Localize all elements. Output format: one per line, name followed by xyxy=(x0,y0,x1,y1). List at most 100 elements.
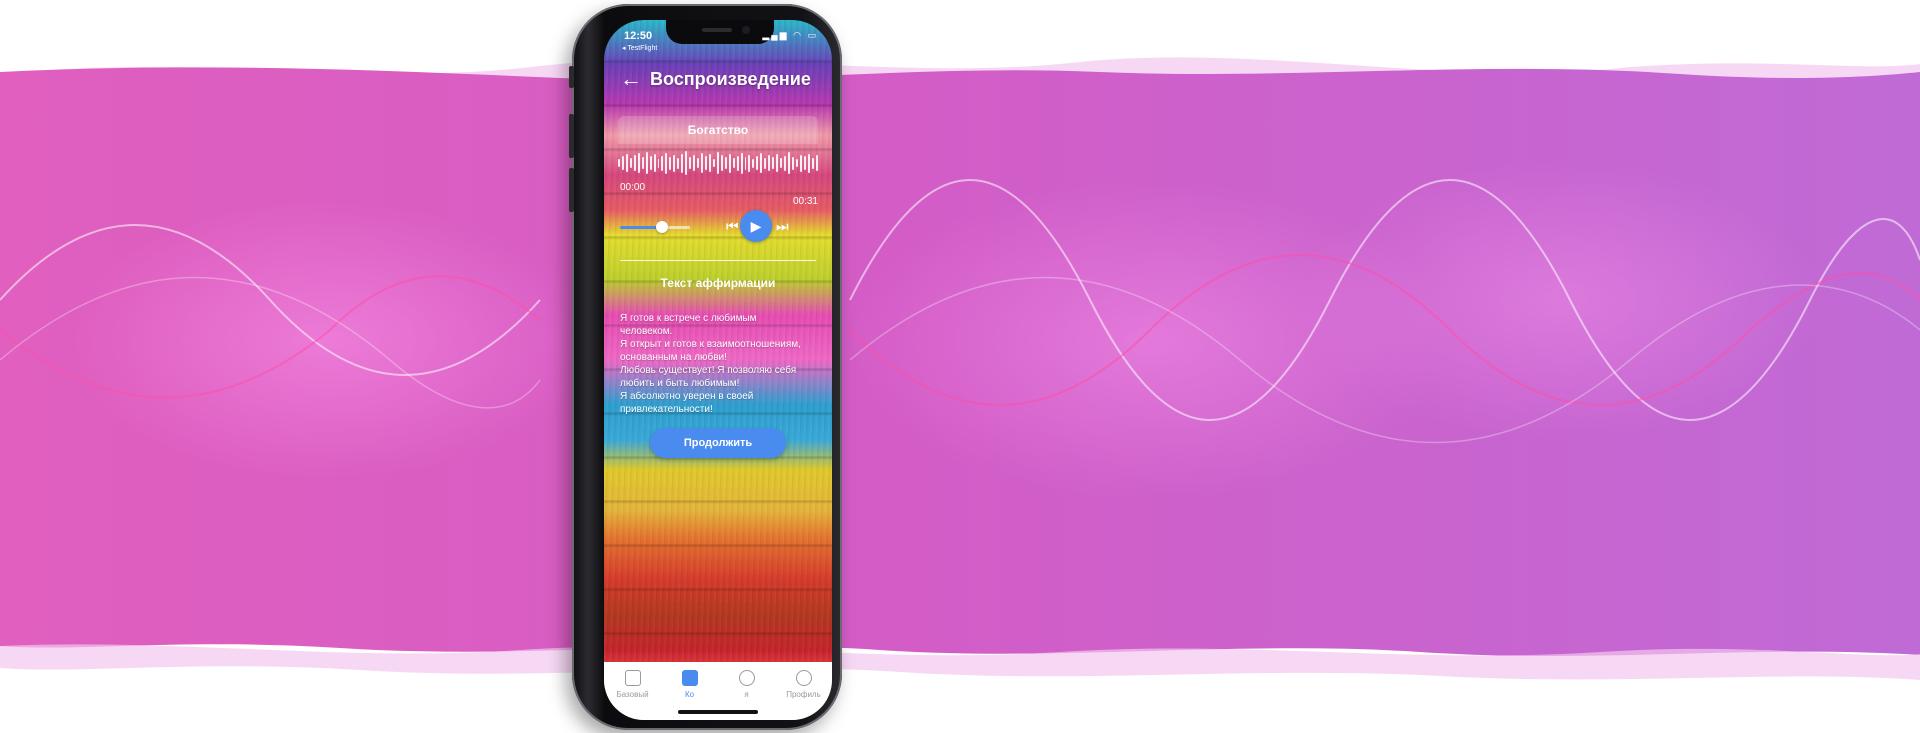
waveform-bar xyxy=(803,156,806,170)
waveform-bar xyxy=(661,155,664,171)
time-total: 00:31 xyxy=(792,196,818,207)
volume-up-button xyxy=(569,114,574,158)
waveform-bar xyxy=(748,154,751,172)
waveform-bar xyxy=(732,158,735,168)
waveform-bar xyxy=(697,158,700,168)
waveform-bar xyxy=(807,153,810,173)
front-camera xyxy=(742,26,750,34)
waveform-bar xyxy=(736,155,739,171)
briefcase-icon xyxy=(681,670,698,686)
next-track-icon[interactable]: ⏭ xyxy=(776,218,789,235)
waveform-bar xyxy=(645,152,648,174)
waveform-bar xyxy=(685,151,688,175)
waveform-bar xyxy=(772,157,775,169)
waveform-bar xyxy=(780,158,783,168)
affirmation-line: основанным на любви! xyxy=(620,352,727,363)
wifi-icon: ◠ xyxy=(793,30,803,40)
waveform-bar xyxy=(787,152,790,174)
waveform-bar xyxy=(653,154,656,172)
volume-knob[interactable] xyxy=(656,221,668,233)
page-title: Воспроизведение xyxy=(650,68,811,89)
waveform-bar xyxy=(799,154,802,172)
home-indicator xyxy=(678,710,758,714)
waveform-bar xyxy=(704,156,707,170)
waveform-bar xyxy=(768,155,771,171)
previous-track-icon[interactable]: ⏮ xyxy=(726,218,739,235)
tab-label: Профиль xyxy=(786,690,821,699)
tab-courses[interactable]: Ко xyxy=(662,670,718,699)
waveform-bar xyxy=(708,154,711,172)
waveform-bar xyxy=(815,155,818,171)
track-title-card: Богатство xyxy=(618,116,818,144)
affirmation-line: Я готов к встрече с любимым xyxy=(620,313,757,324)
affirmation-line: Я абсолютно уверен в своей xyxy=(620,391,754,402)
waveform-bar xyxy=(637,153,640,173)
waveform-bar xyxy=(752,158,755,168)
waveform-bar xyxy=(621,156,624,170)
waveform-bar xyxy=(795,159,798,167)
tab-label: Ко xyxy=(684,690,695,699)
award-icon xyxy=(738,670,755,686)
waveform-bar xyxy=(756,156,759,170)
tab-achievements[interactable]: я xyxy=(719,670,775,699)
waveform-bar xyxy=(669,156,672,170)
waveform-bar xyxy=(764,157,767,169)
waveform-bar xyxy=(625,154,628,172)
affirmation-title: Текст аффирмации xyxy=(660,276,776,290)
person-icon xyxy=(795,670,812,686)
affirmation-line: человеком. xyxy=(620,326,673,337)
waveform-bar xyxy=(784,155,786,171)
waveform-bar xyxy=(724,157,727,169)
arrow-left-icon[interactable]: ← xyxy=(620,68,642,90)
waveform-bar xyxy=(693,155,696,171)
waveform-bar xyxy=(720,155,723,171)
continue-button[interactable]: Продолжить xyxy=(650,428,786,458)
speaker xyxy=(702,28,732,32)
waveform-bar xyxy=(791,156,794,170)
waveform-bar xyxy=(673,154,676,172)
waveform-bar xyxy=(677,157,680,169)
waveform-bar xyxy=(811,157,814,169)
waveform-bar xyxy=(649,156,652,170)
tab-profile[interactable]: Профиль xyxy=(776,670,832,699)
affirmation-text: Я готов к встрече с любимым человеком. Я… xyxy=(620,312,816,416)
audio-waveform[interactable] xyxy=(618,150,818,176)
waveform-bar xyxy=(618,159,620,167)
waveform-bar xyxy=(629,158,632,168)
track-title: Богатство xyxy=(687,123,749,137)
waveform-bar xyxy=(657,158,660,168)
waveform-bar xyxy=(728,153,731,173)
battery-icon: ▭ xyxy=(807,30,818,40)
nav-bar: ← Воспроизведение xyxy=(620,68,811,90)
divider xyxy=(620,260,816,261)
waveform-bar xyxy=(641,157,644,169)
affirmation-line: Любовь существует! Я позволяю себя xyxy=(620,365,797,376)
affirmation-line: любить и быть любимым! xyxy=(620,378,740,389)
waveform-bar xyxy=(665,152,668,174)
tab-label: Базовый xyxy=(616,690,649,699)
volume-slider[interactable] xyxy=(620,221,690,233)
background-wave-band xyxy=(0,57,1920,680)
time-current: 00:00 xyxy=(620,182,646,193)
mute-switch xyxy=(569,66,574,88)
waveform-bar xyxy=(701,153,703,173)
bag-icon xyxy=(624,670,641,686)
signal-icon: ▂▄▆ xyxy=(762,30,789,40)
affirmation-line: Я открыт и готов к взаимоотношениям, xyxy=(620,339,801,350)
waveform-bar xyxy=(760,153,763,173)
waveform-bar xyxy=(740,152,743,174)
waveform-bar xyxy=(689,157,692,169)
tab-label: я xyxy=(744,690,749,699)
waveform-bar xyxy=(744,156,747,170)
back-to-app-link[interactable]: ◂ TestFlight xyxy=(622,44,657,52)
status-time: 12:50 xyxy=(624,30,653,42)
waveform-bar xyxy=(712,159,715,167)
play-button[interactable]: ▶ xyxy=(740,210,772,242)
waveform-bar xyxy=(633,155,636,171)
affirmation-line: привлекательности! xyxy=(620,404,713,415)
waveform-bar xyxy=(716,152,719,174)
volume-down-button xyxy=(569,168,574,212)
play-icon: ▶ xyxy=(750,217,762,234)
tab-base[interactable]: Базовый xyxy=(605,670,661,699)
phone-mockup: 12:50 ◂ TestFlight ▂▄▆ ◠ ▭ ← Воспроизвед… xyxy=(569,4,842,730)
